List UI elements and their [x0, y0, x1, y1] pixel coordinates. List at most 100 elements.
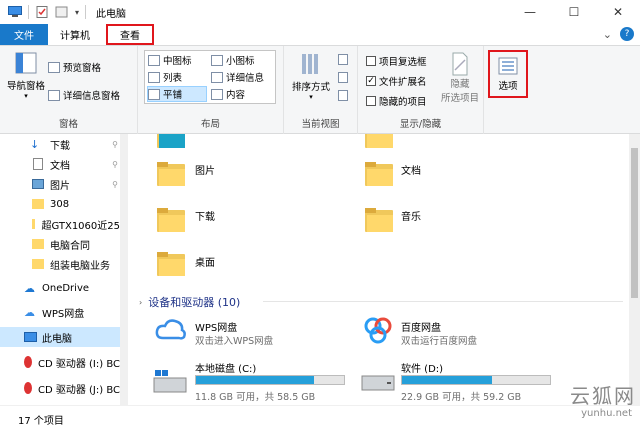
- drive-name: 本地磁盘 (C:): [195, 364, 257, 375]
- nav-item-cd-drive-i[interactable]: CD 驱动器 (I:) BC: [0, 352, 120, 372]
- nav-item-downloads[interactable]: ↓ 下载 ⚲: [0, 134, 120, 154]
- hidden-items-checkbox[interactable]: [366, 96, 376, 106]
- nav-pane-button[interactable]: 导航窗格 ▾: [6, 52, 46, 100]
- options-label: 选项: [498, 80, 518, 92]
- nav-item-onedrive[interactable]: ☁ OneDrive: [0, 278, 120, 298]
- pin-icon[interactable]: ⚲: [112, 140, 118, 149]
- hide-selected-label-1: 隐藏: [450, 79, 470, 90]
- layout-content[interactable]: 内容: [211, 87, 245, 101]
- group-panes: 导航窗格 ▾ 预览窗格 详细信息窗格 窗格: [0, 46, 138, 134]
- layout-gallery: 中图标 小图标 列表 详细信息 平铺 内容: [144, 50, 276, 104]
- minimize-button[interactable]: —: [508, 0, 552, 24]
- group-label-current-view: 当前视图: [301, 119, 340, 130]
- pin-icon[interactable]: ⚲: [112, 180, 118, 189]
- layout-tiles[interactable]: 平铺: [147, 86, 207, 102]
- group-show-hide: 项目复选框 ✓ 文件扩展名 隐藏的项目 隐藏 所选项目 显示/隐藏: [358, 46, 484, 134]
- sort-by-button[interactable]: 排序方式 ▾: [288, 52, 334, 101]
- hide-selected-label-2: 所选项目: [440, 93, 479, 104]
- nav-item-cd-drive-j[interactable]: CD 驱动器 (J:) BC: [0, 378, 120, 398]
- device-description: 双击运行百度网盘: [401, 336, 478, 347]
- nav-item-folder-contracts[interactable]: 电脑合同: [0, 234, 120, 254]
- folder-icon: [32, 199, 44, 209]
- add-columns-icon: [338, 72, 348, 83]
- tab-view[interactable]: 查看: [106, 24, 154, 45]
- file-extensions-toggle[interactable]: ✓ 文件扩展名: [366, 74, 427, 88]
- folder-icon: [32, 259, 44, 269]
- item-checkboxes-label: 项目复选框: [379, 57, 427, 68]
- computer-icon[interactable]: [8, 6, 22, 18]
- nav-item-documents[interactable]: 文档 ⚲: [0, 154, 120, 174]
- properties-icon[interactable]: [35, 6, 49, 18]
- layout-small-icons[interactable]: 小图标: [211, 53, 255, 67]
- file-extensions-checkbox[interactable]: ✓: [366, 76, 376, 86]
- content-scrollbar[interactable]: [629, 134, 640, 405]
- help-icon[interactable]: ?: [620, 27, 634, 41]
- nav-item-label: 超GTX1060近25: [41, 220, 120, 232]
- drive-free-space: 11.8 GB 可用，共 58.5 GB: [195, 392, 316, 403]
- details-pane-button[interactable]: 详细信息窗格: [48, 88, 120, 102]
- collapse-ribbon-icon[interactable]: ⌄: [603, 28, 612, 41]
- section-divider: [263, 301, 623, 302]
- scrollbar-thumb[interactable]: [631, 148, 638, 298]
- hide-selected-button[interactable]: 隐藏 所选项目: [440, 52, 480, 104]
- options-button[interactable]: 选项: [488, 50, 528, 98]
- nav-item-wps-drive[interactable]: ☁ WPS网盘: [0, 302, 120, 322]
- group-label-layout: 布局: [200, 119, 220, 130]
- nav-item-pictures[interactable]: 图片 ⚲: [0, 174, 120, 194]
- nav-scrollbar[interactable]: [120, 134, 128, 405]
- nav-item-this-pc[interactable]: 此电脑: [0, 327, 120, 347]
- folder-name: 下载: [195, 212, 215, 223]
- maximize-button[interactable]: ☐: [552, 0, 596, 24]
- tab-computer[interactable]: 计算机: [48, 24, 102, 45]
- nav-item-folder-308[interactable]: 308: [0, 194, 120, 214]
- nav-item-label: 此电脑: [42, 333, 72, 345]
- file-extensions-label: 文件扩展名: [379, 77, 427, 88]
- cd-drive-icon: [24, 382, 32, 394]
- group-options: 选项: [484, 46, 532, 134]
- folder-name: 桌面: [195, 258, 215, 269]
- pin-icon[interactable]: ⚲: [112, 160, 118, 169]
- nav-item-label: 下载: [50, 140, 70, 152]
- drive-usage-bar: [401, 375, 551, 385]
- section-header-devices[interactable]: › 设备和驱动器 (10): [139, 294, 240, 310]
- nav-pane-label: 导航窗格: [6, 81, 45, 92]
- desktop-folder-icon: [157, 252, 185, 276]
- window-controls: — ☐ ✕: [508, 0, 640, 24]
- layout-list[interactable]: 列表: [148, 70, 182, 84]
- device-description: 双击进入WPS网盘: [195, 336, 274, 347]
- content-area: 图片 文档 下载 音乐 桌面 › 设备和驱动器 (10) WPS网盘 双击进入W…: [129, 134, 629, 405]
- preview-pane-button[interactable]: 预览窗格: [48, 60, 101, 74]
- new-folder-icon[interactable]: [55, 6, 69, 18]
- nav-item-label: 组装电脑业务: [50, 260, 110, 272]
- drive-usage-fill: [196, 376, 315, 384]
- layout-details[interactable]: 详细信息: [211, 70, 264, 84]
- cloud-icon: [155, 319, 186, 340]
- nav-item-folder-gtx1060[interactable]: 超GTX1060近25: [0, 214, 120, 234]
- hidden-items-toggle[interactable]: 隐藏的项目: [366, 94, 427, 108]
- group-by-button[interactable]: [338, 54, 348, 65]
- qat-dropdown-icon[interactable]: ▾: [75, 8, 79, 17]
- windows-drive-icon: [153, 370, 187, 393]
- cd-drive-icon: [24, 356, 32, 368]
- small-icons-icon: [211, 54, 223, 66]
- dropdown-icon: ▾: [24, 92, 28, 100]
- add-columns-button[interactable]: [338, 72, 348, 83]
- list-icon: [148, 71, 160, 83]
- sort-icon: [302, 54, 318, 74]
- group-label-panes: 窗格: [58, 119, 78, 130]
- dropdown-icon: ▾: [309, 93, 313, 101]
- item-checkboxes-checkbox[interactable]: [366, 56, 376, 66]
- navigation-pane: ↓ 下载 ⚲ 文档 ⚲ 图片 ⚲ 308 超GTX1060近25 电脑合同 组装…: [0, 134, 128, 405]
- item-checkboxes-toggle[interactable]: 项目复选框: [366, 54, 427, 68]
- size-columns-button[interactable]: [338, 90, 348, 101]
- separator: [85, 5, 87, 19]
- nav-item-folder-assembly[interactable]: 组装电脑业务: [0, 254, 120, 274]
- layout-list-label: 列表: [163, 73, 183, 84]
- layout-medium-icons[interactable]: 中图标: [148, 53, 192, 67]
- tab-file[interactable]: 文件: [0, 24, 48, 45]
- status-bar: 17 个项目: [0, 405, 640, 433]
- close-button[interactable]: ✕: [596, 0, 640, 24]
- nav-pane-icon: [15, 52, 37, 74]
- pictures-folder-icon: [157, 162, 185, 186]
- nav-item-label: 文档: [50, 160, 70, 172]
